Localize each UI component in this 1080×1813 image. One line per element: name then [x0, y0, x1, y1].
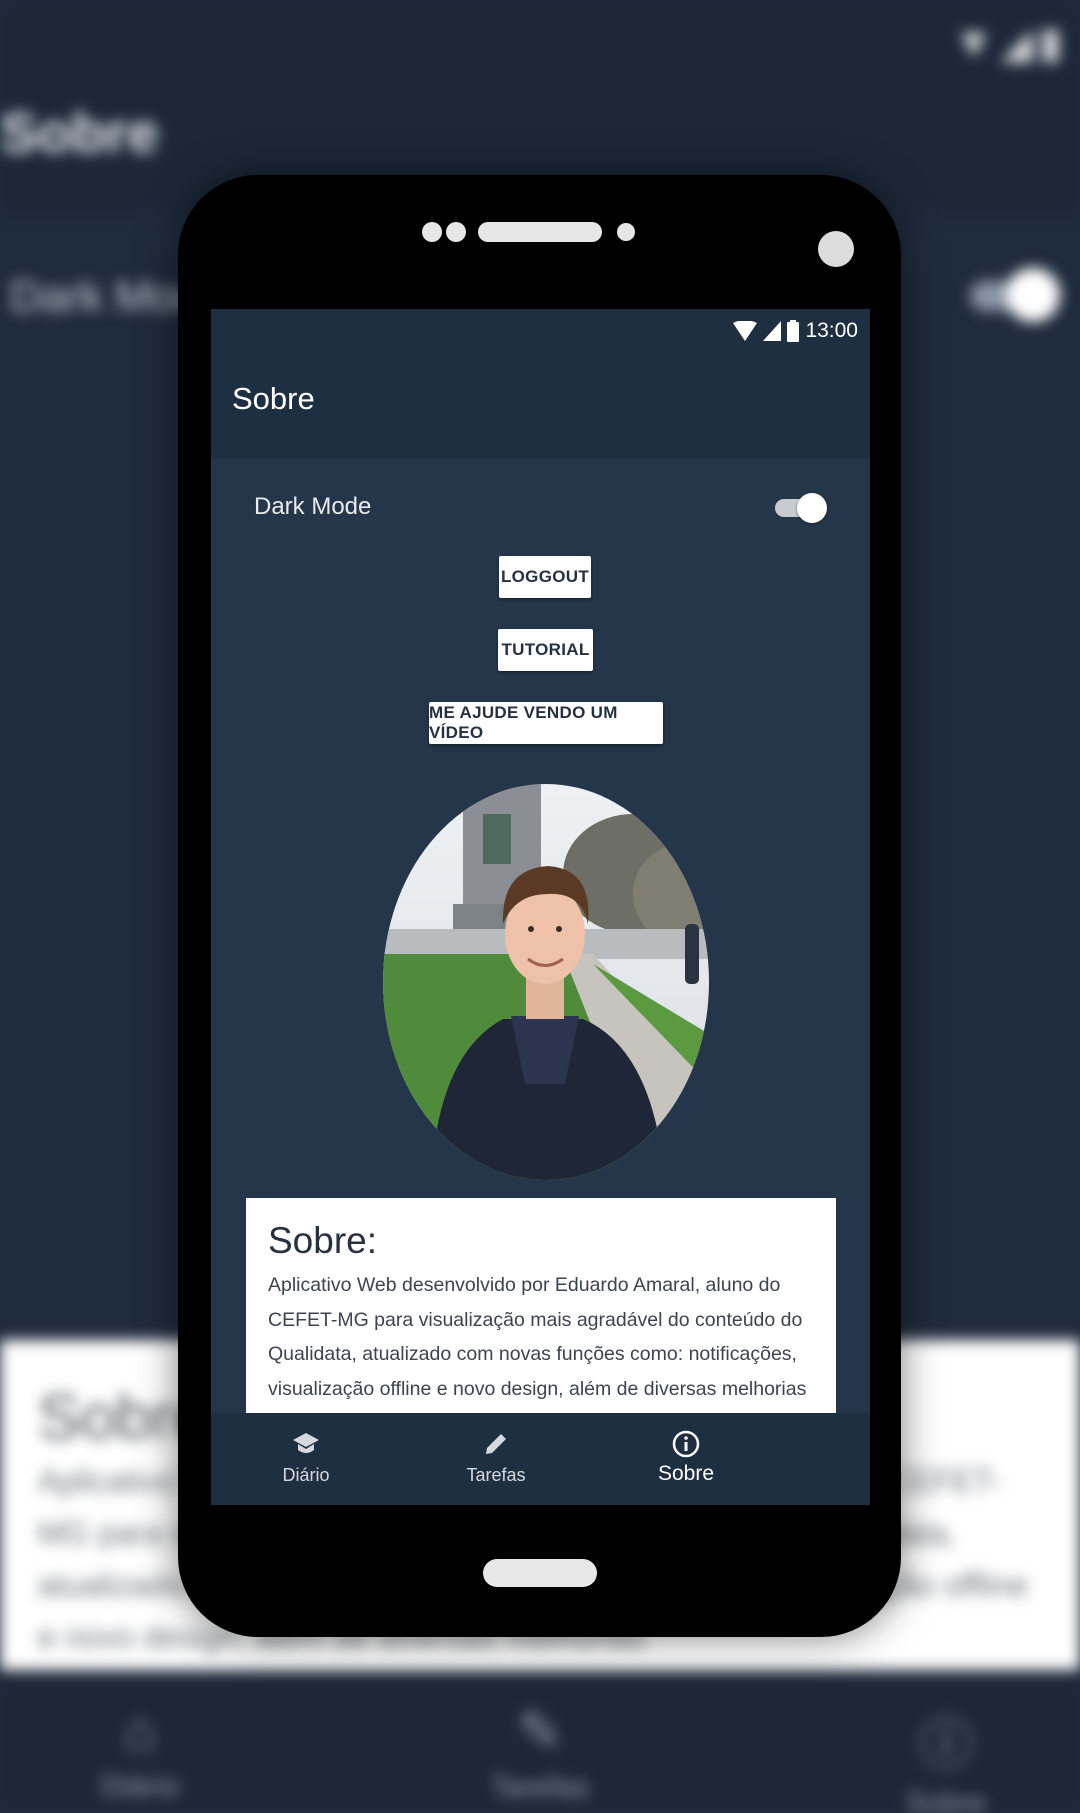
school-icon: ⌂ [123, 1701, 157, 1761]
speaker-dot [446, 222, 466, 242]
nav-label-diario: Diário [282, 1465, 330, 1485]
bg-status-bar [0, 0, 1080, 80]
page-title: Sobre [232, 381, 315, 416]
status-bar: 13:00 [211, 309, 870, 355]
nav-item-sobre[interactable]: Sobre [611, 1413, 761, 1505]
school-icon [293, 1433, 319, 1453]
speaker-grille [478, 222, 602, 242]
bg-dark-mode-toggle [970, 268, 1060, 322]
nav-label-sobre: Sobre [657, 1462, 715, 1485]
wifi-icon [733, 321, 758, 341]
bottom-nav: Diário Tarefas Sobre [211, 1413, 870, 1505]
bg-nav-diario: ⌂ Diário [60, 1700, 220, 1804]
battery-icon [787, 320, 800, 342]
app-bar: Sobre [211, 355, 870, 455]
bg-nav-tarefas: ✎ Tarefas [460, 1700, 620, 1805]
front-camera [818, 231, 854, 267]
dark-mode-row: Dark Mode [254, 489, 827, 529]
bg-app-title: Sobre [0, 101, 159, 164]
toggle-knob [797, 493, 827, 523]
app-screen: 13:00 Sobre Dark Mode LOGGOUT TUTORIAL M… [211, 309, 870, 1505]
info-icon [672, 1430, 700, 1458]
sensor-dot [617, 223, 635, 241]
pencil-icon [486, 1434, 506, 1454]
signal-icon [763, 321, 782, 341]
speaker-dot [422, 222, 442, 242]
nav-item-diario[interactable]: Diário [231, 1413, 381, 1505]
nav-item-tarefas[interactable]: Tarefas [421, 1413, 571, 1505]
home-button[interactable] [483, 1559, 597, 1587]
dark-mode-toggle[interactable] [775, 493, 827, 523]
bg-status-icons: ▼◢▮ [953, 19, 1068, 66]
about-title: Sobre: [268, 1220, 378, 1261]
nav-label-tarefas: Tarefas [466, 1465, 526, 1485]
status-time: 13:00 [805, 319, 858, 342]
tutorial-button[interactable]: TUTORIAL [498, 629, 593, 671]
info-icon: ⓘ [919, 1715, 973, 1775]
about-text: Aplicativo Web desenvolvido por Eduardo … [268, 1274, 807, 1400]
profile-photo [383, 784, 709, 1180]
logout-button[interactable]: LOGGOUT [499, 556, 591, 598]
pencil-icon: ✎ [517, 1702, 563, 1762]
status-icons: 13:00 [733, 319, 858, 343]
bg-nav-sobre: ⓘ Sobre [866, 1700, 1026, 1813]
help-video-button[interactable]: ME AJUDE VENDO UM VÍDEO [429, 702, 663, 744]
dark-mode-label: Dark Mode [254, 493, 372, 520]
